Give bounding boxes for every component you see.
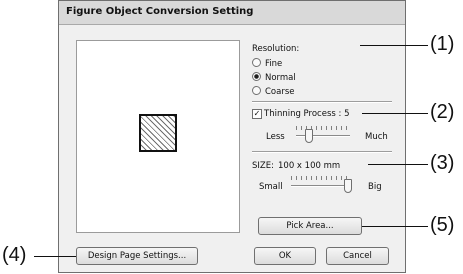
size-value: 100 x 100 mm — [278, 161, 341, 171]
pick-area-button[interactable]: Pick Area... — [258, 217, 362, 235]
callout-2: (2) — [430, 101, 455, 123]
size-label: SIZE: — [252, 161, 274, 171]
callout-line-2 — [362, 113, 428, 114]
callout-3: (3) — [430, 152, 455, 174]
thinning-checkbox[interactable]: ✓ — [252, 109, 262, 119]
callout-line-1 — [360, 45, 428, 46]
resolution-fine-radio[interactable]: Fine — [252, 58, 282, 69]
size-ticks — [291, 176, 351, 180]
title-bar: Figure Object Conversion Setting — [59, 1, 405, 25]
thinning-max-label: Much — [365, 132, 388, 142]
callout-4: (4) — [2, 244, 27, 266]
size-max-label: Big — [368, 182, 382, 192]
radio-icon — [252, 86, 261, 95]
thinning-min-label: Less — [266, 132, 285, 142]
dialog-title: Figure Object Conversion Setting — [66, 6, 254, 17]
radio-icon — [252, 58, 261, 67]
thinning-label: Thinning Process : 5 — [264, 109, 350, 119]
size-slider-track — [291, 185, 351, 187]
radio-selected-icon — [252, 72, 261, 81]
callout-line-4 — [34, 256, 76, 257]
separator — [252, 101, 392, 103]
separator — [252, 151, 392, 153]
size-min-label: Small — [259, 182, 283, 192]
preview-pane — [76, 40, 240, 233]
resolution-label: Resolution: — [252, 44, 300, 54]
cancel-button[interactable]: Cancel — [326, 247, 389, 265]
callout-line-5 — [362, 226, 428, 227]
callout-1: (1) — [430, 33, 455, 55]
ok-button[interactable]: OK — [254, 247, 316, 265]
resolution-normal-radio[interactable]: Normal — [252, 72, 296, 83]
resolution-coarse-radio[interactable]: Coarse — [252, 86, 295, 97]
conversion-dialog: Figure Object Conversion Setting Resolut… — [58, 0, 406, 273]
callout-line-3 — [368, 164, 428, 165]
size-slider-thumb[interactable] — [344, 179, 352, 193]
thinning-slider-thumb[interactable] — [305, 129, 313, 143]
hatched-square-preview — [139, 114, 177, 152]
design-page-settings-button[interactable]: Design Page Settings... — [76, 247, 198, 265]
callout-5: (5) — [430, 214, 455, 236]
